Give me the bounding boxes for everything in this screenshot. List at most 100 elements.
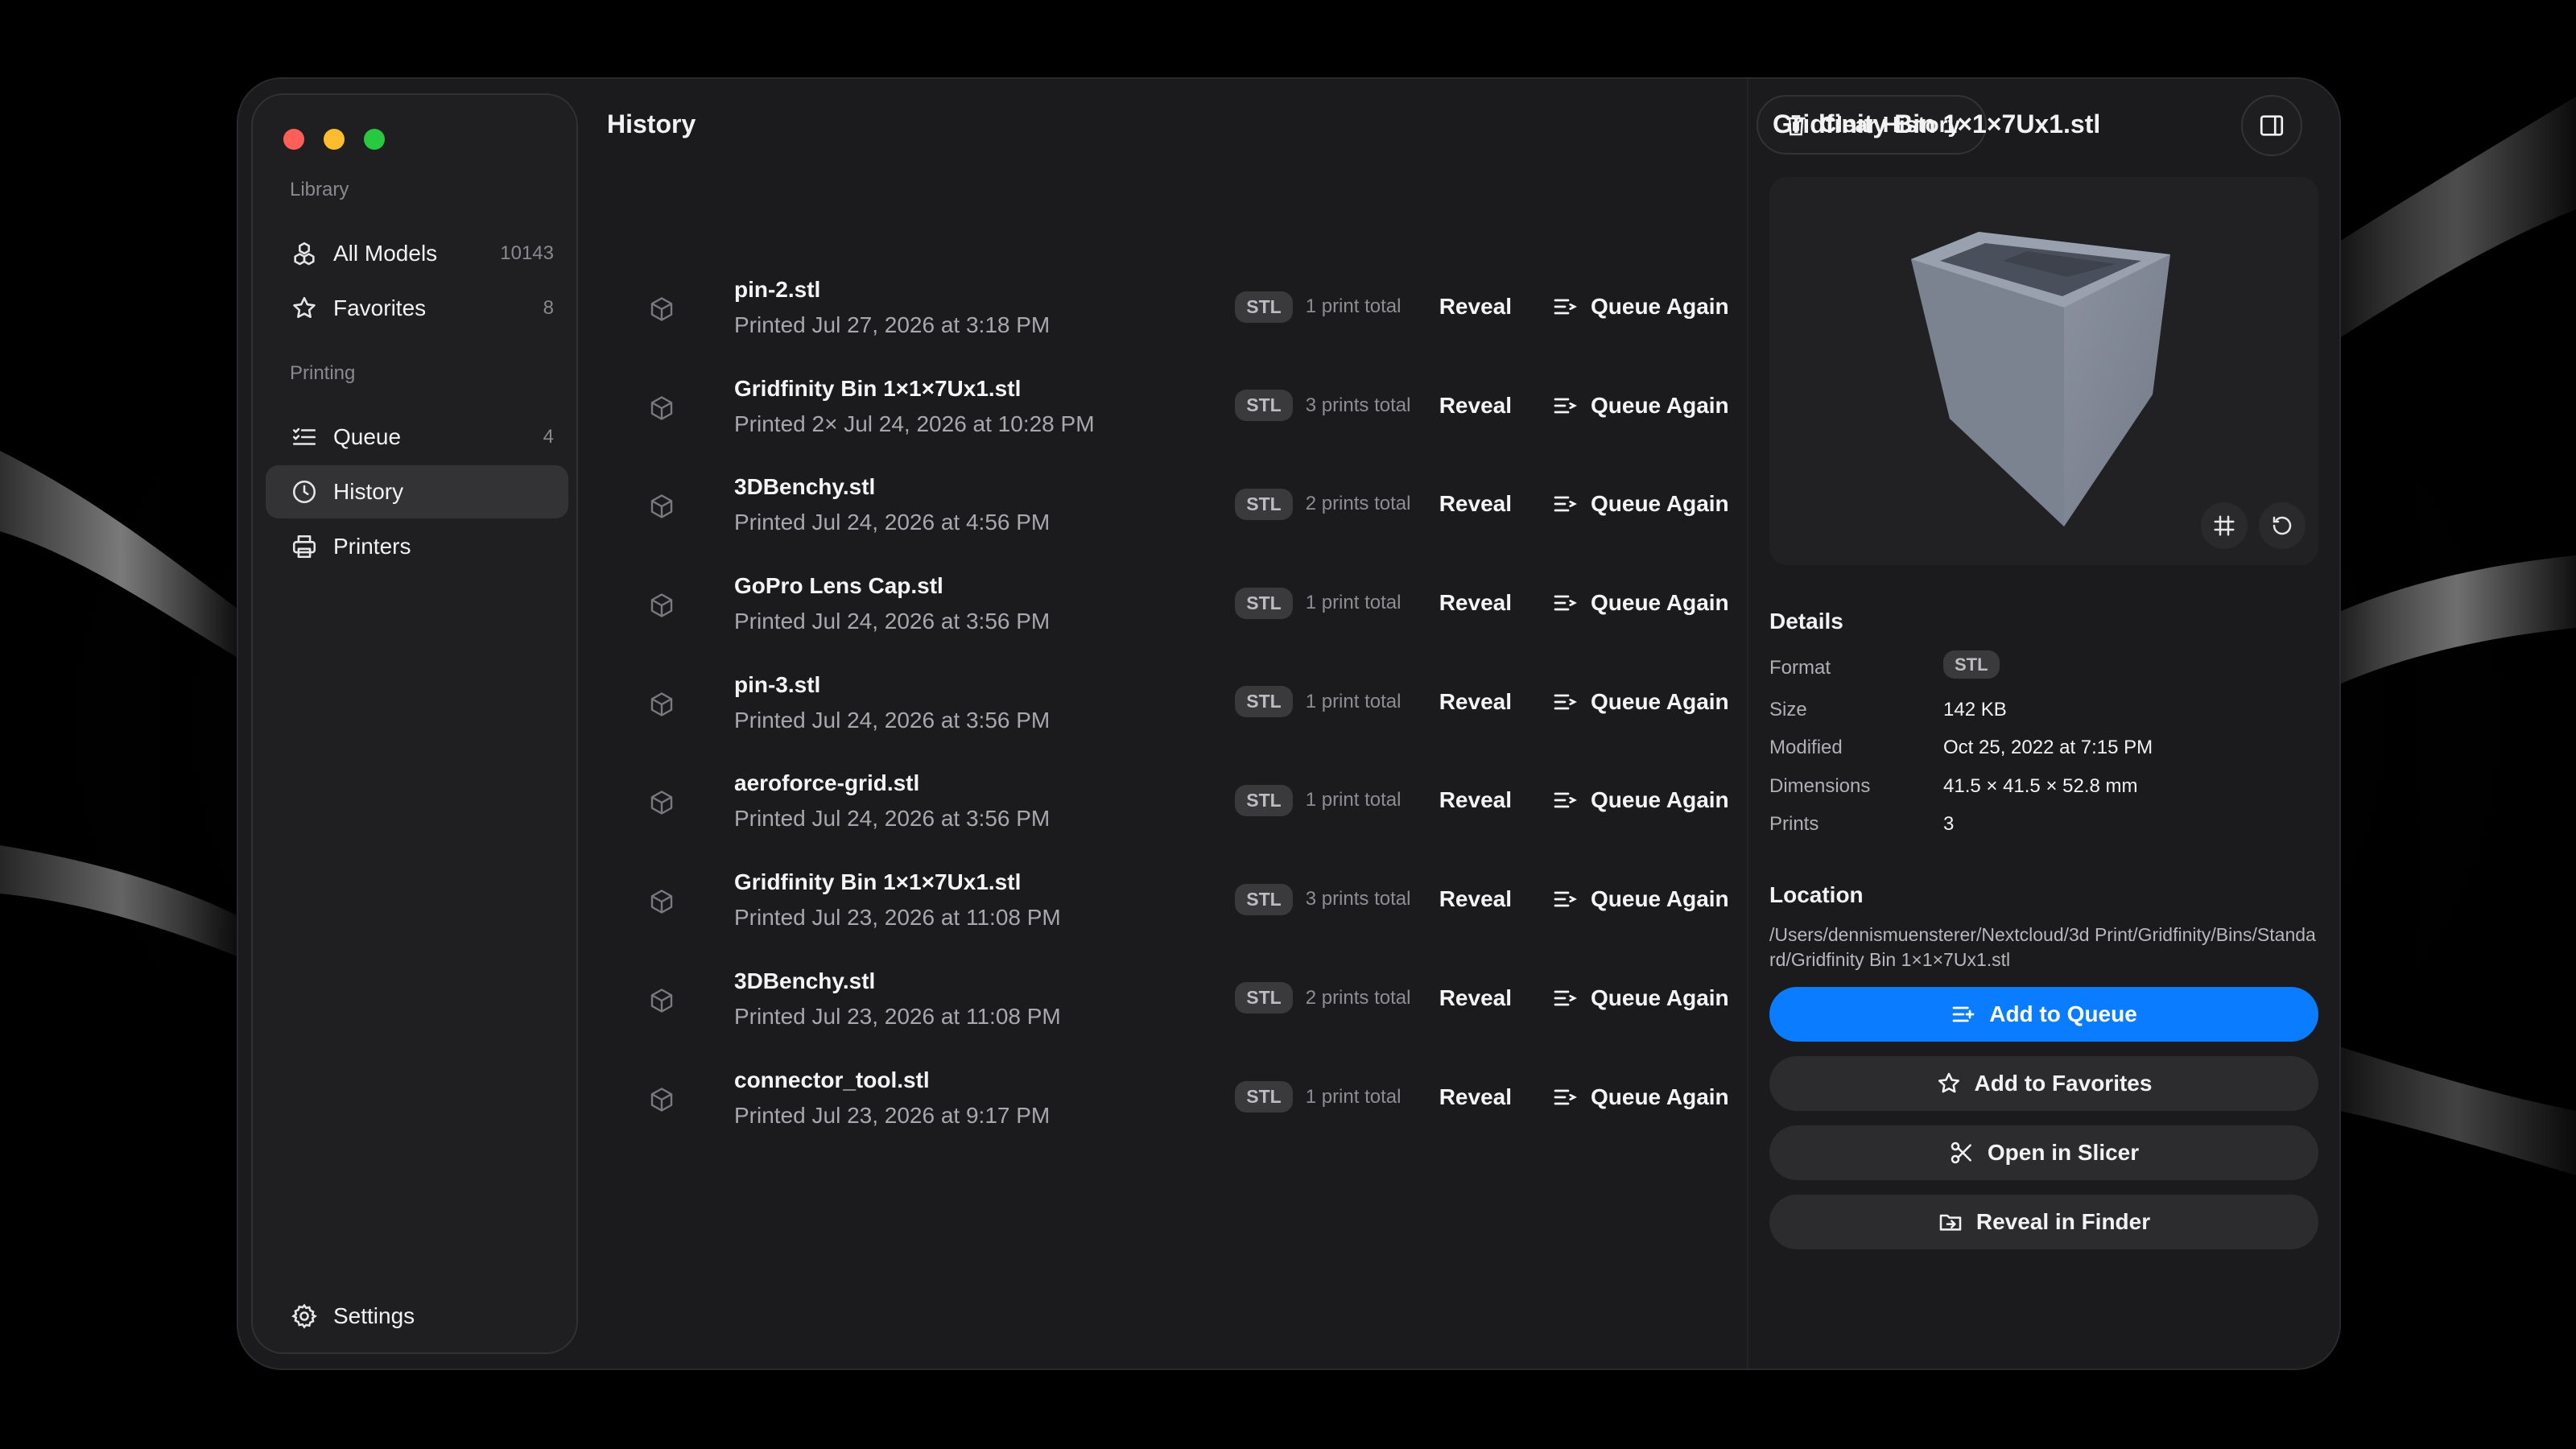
reveal-button[interactable]: Reveal — [1439, 886, 1512, 912]
add-to-favorites-label: Add to Favorites — [1974, 1071, 2153, 1096]
toggle-sidebar-button[interactable] — [2241, 95, 2302, 156]
queue-again-button[interactable]: Queue Again — [1552, 1084, 1734, 1110]
gear-icon — [290, 1302, 319, 1331]
model-preview[interactable] — [1769, 177, 2318, 565]
location-heading: Location — [1769, 882, 1864, 907]
format-badge: STL — [1235, 982, 1293, 1014]
print-count: 2 prints total — [1305, 986, 1411, 1009]
sidebar-item-printers[interactable]: Printers — [266, 520, 568, 573]
add-to-favorites-button[interactable]: Add to Favorites — [1769, 1056, 2318, 1111]
queue-again-label: Queue Again — [1591, 491, 1729, 517]
open-in-slicer-button[interactable]: Open in Slicer — [1769, 1125, 2318, 1180]
grid-toggle-button[interactable] — [2201, 502, 2248, 549]
print-count: 3 prints total — [1305, 394, 1411, 416]
queue-again-button[interactable]: Queue Again — [1552, 590, 1734, 616]
zoom-window-button[interactable] — [364, 129, 385, 150]
queue-again-button[interactable]: Queue Again — [1552, 886, 1734, 912]
queue-again-icon — [1552, 393, 1578, 419]
app-window: Library All Models 10143 Favorites 8 Pri… — [238, 79, 2339, 1368]
prints-label: Prints — [1769, 813, 1819, 835]
queue-again-button[interactable]: Queue Again — [1552, 491, 1734, 517]
reveal-in-finder-button[interactable]: Reveal in Finder — [1769, 1195, 2318, 1249]
open-in-slicer-label: Open in Slicer — [1987, 1140, 2140, 1165]
queue-again-button[interactable]: Queue Again — [1552, 787, 1734, 813]
reveal-button[interactable]: Reveal — [1439, 294, 1512, 320]
reveal-button[interactable]: Reveal — [1439, 590, 1512, 616]
print-date: Printed Jul 24, 2026 at 3:56 PM — [734, 609, 1051, 634]
history-list: pin-2.stl Printed Jul 27, 2026 at 3:18 PM… — [607, 277, 1734, 1168]
history-row[interactable]: pin-2.stl Printed Jul 27, 2026 at 3:18 PM… — [607, 277, 1734, 378]
size-label: Size — [1769, 699, 1807, 720]
detail-panel: Gridfinity Bin 1×1×7Ux1.stl Details Form… — [1748, 79, 2339, 1368]
queue-again-button[interactable]: Queue Again — [1552, 985, 1734, 1011]
model-name: Gridfinity Bin 1×1×7Ux1.stl — [734, 869, 1022, 895]
reset-view-button[interactable] — [2259, 502, 2306, 549]
model-file-icon — [647, 690, 676, 719]
print-date: Printed Jul 24, 2026 at 3:56 PM — [734, 806, 1051, 832]
print-date: Printed Jul 23, 2026 at 11:08 PM — [734, 905, 1061, 931]
format-badge: STL — [1235, 784, 1293, 816]
print-count: 3 prints total — [1305, 888, 1411, 910]
queue-again-button[interactable]: Queue Again — [1552, 294, 1734, 320]
sidebar-item-all-models[interactable]: All Models 10143 — [266, 227, 568, 280]
print-count: 1 print total — [1305, 295, 1402, 317]
model-file-icon — [647, 788, 676, 817]
print-date: Printed 2× Jul 24, 2026 at 10:28 PM — [734, 411, 1095, 436]
add-to-queue-button[interactable]: Add to Queue — [1769, 987, 2318, 1042]
model-name: connector_tool.stl — [734, 1067, 930, 1092]
model-file-icon — [647, 591, 676, 620]
sidebar-item-queue[interactable]: Queue 4 — [266, 411, 568, 464]
size-value: 142 KB — [1943, 699, 2007, 720]
reveal-button[interactable]: Reveal — [1439, 1084, 1512, 1110]
folder-reveal-icon — [1939, 1214, 1962, 1231]
clock-icon — [290, 477, 319, 506]
queue-again-button[interactable]: Queue Again — [1552, 393, 1734, 419]
queue-again-icon — [1552, 985, 1578, 1011]
queue-again-label: Queue Again — [1591, 787, 1729, 813]
model-name: aeroforce-grid.stl — [734, 770, 920, 796]
reveal-button[interactable]: Reveal — [1439, 491, 1512, 517]
print-count: 1 print total — [1305, 789, 1402, 811]
close-window-button[interactable] — [283, 129, 304, 150]
format-label: Format — [1769, 657, 1831, 679]
model-name: Gridfinity Bin 1×1×7Ux1.stl — [734, 375, 1022, 401]
detail-title: Gridfinity Bin 1×1×7Ux1.stl — [1773, 109, 2101, 138]
queue-again-label: Queue Again — [1591, 985, 1729, 1010]
minimize-window-button[interactable] — [324, 129, 345, 150]
section-label-library: Library — [290, 179, 349, 200]
model-name: GoPro Lens Cap.stl — [734, 573, 943, 599]
history-row[interactable]: connector_tool.stl Printed Jul 23, 2026 a… — [607, 1067, 1734, 1168]
history-row[interactable]: pin-3.stl Printed Jul 24, 2026 at 3:56 PM… — [607, 672, 1734, 773]
queue-again-button[interactable]: Queue Again — [1552, 689, 1734, 715]
model-file-icon — [647, 887, 676, 916]
history-row[interactable]: Gridfinity Bin 1×1×7Ux1.stl Printed Jul 2… — [607, 869, 1734, 970]
model-name: 3DBenchy.stl — [734, 474, 876, 500]
reveal-button[interactable]: Reveal — [1439, 985, 1512, 1011]
prints-value: 3 — [1943, 813, 1955, 835]
reveal-button[interactable]: Reveal — [1439, 393, 1512, 419]
print-count: 1 print total — [1305, 592, 1402, 614]
history-row[interactable]: 3DBenchy.stl Printed Jul 23, 2026 at 11:0… — [607, 968, 1734, 1069]
queue-again-icon — [1552, 491, 1578, 517]
sidebar-item-favorites[interactable]: Favorites 8 — [266, 282, 568, 335]
reveal-button[interactable]: Reveal — [1439, 787, 1512, 813]
queue-again-icon — [1552, 590, 1578, 616]
history-row[interactable]: aeroforce-grid.stl Printed Jul 24, 2026 a… — [607, 770, 1734, 871]
dimensions-value: 41.5 × 41.5 × 52.8 mm — [1943, 775, 2138, 797]
model-file-icon — [647, 1085, 676, 1114]
sidebar-item-count: 8 — [543, 297, 554, 319]
print-date: Printed Jul 24, 2026 at 3:56 PM — [734, 707, 1051, 733]
sidebar-item-history[interactable]: History — [266, 465, 568, 518]
sidebar-item-label: History — [333, 479, 404, 504]
history-row[interactable]: GoPro Lens Cap.stl Printed Jul 24, 2026 a… — [607, 573, 1734, 674]
add-to-queue-label: Add to Queue — [1989, 1001, 2137, 1026]
history-row[interactable]: Gridfinity Bin 1×1×7Ux1.stl Printed 2× Ju… — [607, 375, 1734, 477]
sidebar-item-label: Favorites — [333, 295, 427, 320]
queue-again-icon — [1552, 294, 1578, 320]
history-row[interactable]: 3DBenchy.stl Printed Jul 24, 2026 at 4:56… — [607, 474, 1734, 575]
queue-again-label: Queue Again — [1591, 886, 1729, 912]
sidebar-item-settings[interactable]: Settings — [266, 1290, 568, 1343]
reveal-in-finder-label: Reveal in Finder — [1975, 1209, 2151, 1234]
reveal-button[interactable]: Reveal — [1439, 689, 1512, 715]
model-file-icon — [647, 295, 676, 324]
